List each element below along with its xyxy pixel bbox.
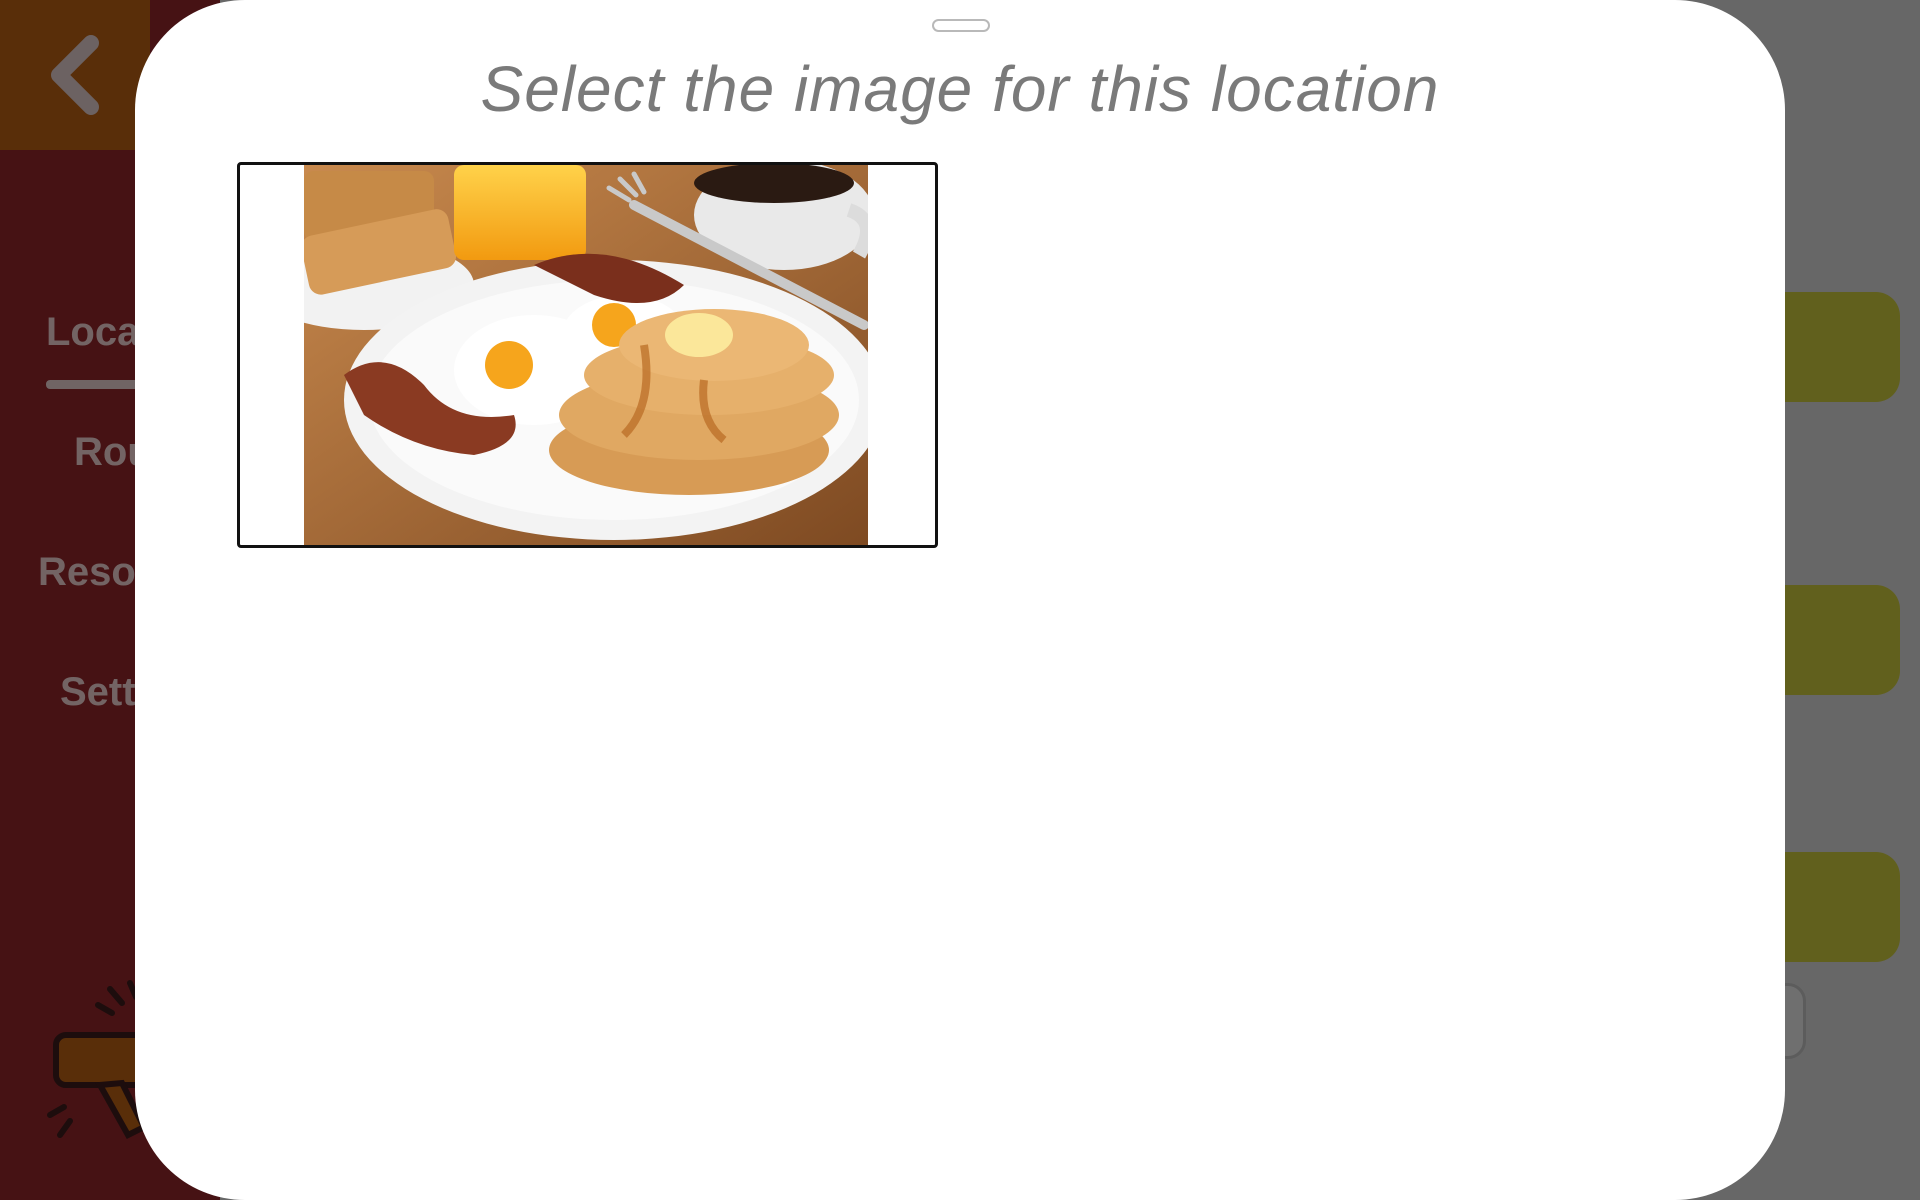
drag-handle[interactable] [932, 19, 990, 32]
sheet-title: Select the image for this location [480, 53, 1440, 125]
breakfast-image [304, 165, 868, 545]
image-option-breakfast[interactable] [237, 162, 938, 548]
image-picker-sheet: Select the image for this location [135, 0, 1785, 1200]
